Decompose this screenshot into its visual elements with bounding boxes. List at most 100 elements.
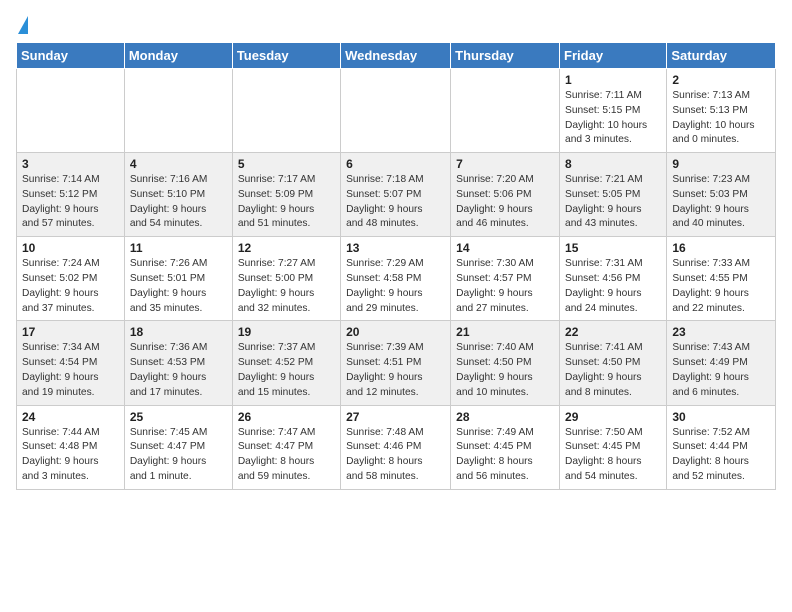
day-info: Sunrise: 7:36 AM Sunset: 4:53 PM Dayligh… [130, 341, 227, 400]
calendar-cell: 18 Sunrise: 7:36 AM Sunset: 4:53 PM Dayli… [124, 321, 232, 405]
day-number: 19 [238, 325, 335, 339]
day-info: Sunrise: 7:26 AM Sunset: 5:01 PM Dayligh… [130, 257, 227, 316]
header-saturday: Saturday [667, 43, 776, 69]
day-number: 21 [456, 325, 554, 339]
day-number: 6 [346, 157, 445, 171]
day-info: Sunrise: 7:21 AM Sunset: 5:05 PM Dayligh… [565, 173, 661, 232]
page-header [16, 16, 776, 34]
calendar-cell: 17 Sunrise: 7:34 AM Sunset: 4:54 PM Dayli… [17, 321, 125, 405]
week-row-0: 1Sunrise: 7:11 AM Sunset: 5:15 PM Daylig… [17, 69, 776, 153]
calendar-cell: 2 Sunrise: 7:13 AM Sunset: 5:13 PM Daylig… [667, 69, 776, 153]
day-number: 11 [130, 241, 227, 255]
day-info: Sunrise: 7:29 AM Sunset: 4:58 PM Dayligh… [346, 257, 445, 316]
calendar-body: 1Sunrise: 7:11 AM Sunset: 5:15 PM Daylig… [17, 69, 776, 490]
day-info: Sunrise: 7:11 AM Sunset: 5:15 PM Dayligh… [565, 89, 661, 148]
day-number: 13 [346, 241, 445, 255]
day-number: 15 [565, 241, 661, 255]
calendar-cell: 28Sunrise: 7:49 AM Sunset: 4:45 PM Dayli… [451, 405, 560, 489]
day-number: 16 [672, 241, 770, 255]
calendar-cell: 24 Sunrise: 7:44 AM Sunset: 4:48 PM Dayli… [17, 405, 125, 489]
calendar-cell: 13 Sunrise: 7:29 AM Sunset: 4:58 PM Dayli… [341, 237, 451, 321]
header-sunday: Sunday [17, 43, 125, 69]
calendar-cell: 27 Sunrise: 7:48 AM Sunset: 4:46 PM Dayli… [341, 405, 451, 489]
day-number: 10 [22, 241, 119, 255]
day-info: Sunrise: 7:34 AM Sunset: 4:54 PM Dayligh… [22, 341, 119, 400]
day-number: 5 [238, 157, 335, 171]
calendar-cell: 5 Sunrise: 7:17 AM Sunset: 5:09 PM Daylig… [232, 153, 340, 237]
day-info: Sunrise: 7:43 AM Sunset: 4:49 PM Dayligh… [672, 341, 770, 400]
day-number: 24 [22, 410, 119, 424]
header-monday: Monday [124, 43, 232, 69]
day-info: Sunrise: 7:48 AM Sunset: 4:46 PM Dayligh… [346, 426, 445, 485]
day-number: 4 [130, 157, 227, 171]
day-number: 14 [456, 241, 554, 255]
day-info: Sunrise: 7:52 AM Sunset: 4:44 PM Dayligh… [672, 426, 770, 485]
calendar-cell: 26 Sunrise: 7:47 AM Sunset: 4:47 PM Dayli… [232, 405, 340, 489]
week-row-2: 10 Sunrise: 7:24 AM Sunset: 5:02 PM Dayli… [17, 237, 776, 321]
calendar-cell: 19 Sunrise: 7:37 AM Sunset: 4:52 PM Dayli… [232, 321, 340, 405]
header-wednesday: Wednesday [341, 43, 451, 69]
calendar-cell: 11 Sunrise: 7:26 AM Sunset: 5:01 PM Dayli… [124, 237, 232, 321]
calendar-cell [124, 69, 232, 153]
day-number: 30 [672, 410, 770, 424]
calendar-cell: 16 Sunrise: 7:33 AM Sunset: 4:55 PM Dayli… [667, 237, 776, 321]
day-number: 20 [346, 325, 445, 339]
day-number: 22 [565, 325, 661, 339]
calendar-cell [17, 69, 125, 153]
calendar-cell: 15Sunrise: 7:31 AM Sunset: 4:56 PM Dayli… [560, 237, 667, 321]
header-friday: Friday [560, 43, 667, 69]
day-info: Sunrise: 7:13 AM Sunset: 5:13 PM Dayligh… [672, 89, 770, 148]
day-number: 27 [346, 410, 445, 424]
day-info: Sunrise: 7:47 AM Sunset: 4:47 PM Dayligh… [238, 426, 335, 485]
calendar-cell [451, 69, 560, 153]
calendar-cell: 1Sunrise: 7:11 AM Sunset: 5:15 PM Daylig… [560, 69, 667, 153]
calendar-cell: 9Sunrise: 7:23 AM Sunset: 5:03 PM Daylig… [667, 153, 776, 237]
day-info: Sunrise: 7:24 AM Sunset: 5:02 PM Dayligh… [22, 257, 119, 316]
day-info: Sunrise: 7:40 AM Sunset: 4:50 PM Dayligh… [456, 341, 554, 400]
day-number: 7 [456, 157, 554, 171]
day-info: Sunrise: 7:20 AM Sunset: 5:06 PM Dayligh… [456, 173, 554, 232]
calendar-cell: 30 Sunrise: 7:52 AM Sunset: 4:44 PM Dayli… [667, 405, 776, 489]
day-number: 18 [130, 325, 227, 339]
day-number: 23 [672, 325, 770, 339]
header-thursday: Thursday [451, 43, 560, 69]
day-info: Sunrise: 7:18 AM Sunset: 5:07 PM Dayligh… [346, 173, 445, 232]
calendar-cell: 22 Sunrise: 7:41 AM Sunset: 4:50 PM Dayli… [560, 321, 667, 405]
day-number: 17 [22, 325, 119, 339]
day-info: Sunrise: 7:33 AM Sunset: 4:55 PM Dayligh… [672, 257, 770, 316]
day-info: Sunrise: 7:50 AM Sunset: 4:45 PM Dayligh… [565, 426, 661, 485]
week-row-1: 3 Sunrise: 7:14 AM Sunset: 5:12 PM Daylig… [17, 153, 776, 237]
calendar-cell: 25Sunrise: 7:45 AM Sunset: 4:47 PM Dayli… [124, 405, 232, 489]
calendar-cell [232, 69, 340, 153]
day-number: 2 [672, 73, 770, 87]
calendar-cell: 29 Sunrise: 7:50 AM Sunset: 4:45 PM Dayli… [560, 405, 667, 489]
calendar-header-row: SundayMondayTuesdayWednesdayThursdayFrid… [17, 43, 776, 69]
day-number: 26 [238, 410, 335, 424]
calendar-cell [341, 69, 451, 153]
day-info: Sunrise: 7:23 AM Sunset: 5:03 PM Dayligh… [672, 173, 770, 232]
calendar-cell: 4Sunrise: 7:16 AM Sunset: 5:10 PM Daylig… [124, 153, 232, 237]
day-info: Sunrise: 7:44 AM Sunset: 4:48 PM Dayligh… [22, 426, 119, 485]
day-info: Sunrise: 7:41 AM Sunset: 4:50 PM Dayligh… [565, 341, 661, 400]
day-number: 8 [565, 157, 661, 171]
calendar-cell: 14 Sunrise: 7:30 AM Sunset: 4:57 PM Dayli… [451, 237, 560, 321]
header-tuesday: Tuesday [232, 43, 340, 69]
day-info: Sunrise: 7:17 AM Sunset: 5:09 PM Dayligh… [238, 173, 335, 232]
day-number: 12 [238, 241, 335, 255]
logo-triangle-icon [18, 16, 28, 34]
day-number: 25 [130, 410, 227, 424]
calendar-cell: 7 Sunrise: 7:20 AM Sunset: 5:06 PM Daylig… [451, 153, 560, 237]
day-info: Sunrise: 7:37 AM Sunset: 4:52 PM Dayligh… [238, 341, 335, 400]
calendar-table: SundayMondayTuesdayWednesdayThursdayFrid… [16, 42, 776, 490]
day-info: Sunrise: 7:14 AM Sunset: 5:12 PM Dayligh… [22, 173, 119, 232]
week-row-3: 17 Sunrise: 7:34 AM Sunset: 4:54 PM Dayli… [17, 321, 776, 405]
day-number: 3 [22, 157, 119, 171]
calendar-cell: 10 Sunrise: 7:24 AM Sunset: 5:02 PM Dayli… [17, 237, 125, 321]
day-number: 29 [565, 410, 661, 424]
logo [16, 16, 28, 34]
calendar-cell: 23 Sunrise: 7:43 AM Sunset: 4:49 PM Dayli… [667, 321, 776, 405]
calendar-cell: 21 Sunrise: 7:40 AM Sunset: 4:50 PM Dayli… [451, 321, 560, 405]
day-info: Sunrise: 7:30 AM Sunset: 4:57 PM Dayligh… [456, 257, 554, 316]
day-number: 28 [456, 410, 554, 424]
calendar-cell: 20Sunrise: 7:39 AM Sunset: 4:51 PM Dayli… [341, 321, 451, 405]
